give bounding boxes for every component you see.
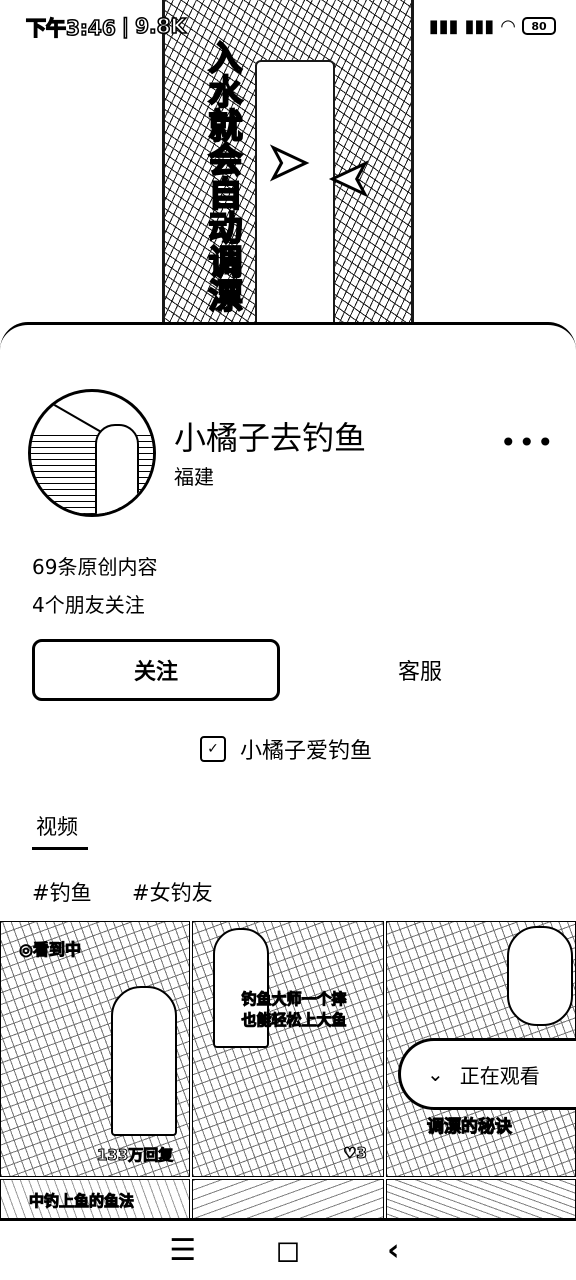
video-caption-3: 调漂的秘诀 [427, 1117, 513, 1138]
video-caption: 入水就会自动调漂 [201, 39, 243, 313]
shop-bag-icon: ✓ [200, 736, 226, 762]
follow-button[interactable]: 关注 [32, 639, 280, 701]
avatar[interactable] [28, 389, 156, 517]
system-nav-bar: ☰ ◻ ‹ [0, 1218, 576, 1280]
now-watching-button[interactable]: ⌄ 正在观看 [398, 1038, 576, 1110]
status-time: 下午3:46 [25, 15, 116, 41]
status-bar: 下午3:46 | 9.8K ▮▮▮ ▮▮▮ ◠ 80 [0, 0, 576, 52]
chevron-down-icon: ⌄ [427, 1062, 444, 1086]
hashtag-female-angler[interactable]: #女钓友 [132, 877, 213, 907]
like-count: ♡3 [343, 1144, 368, 1163]
profile-location: 福建 [174, 465, 214, 489]
customer-service-button[interactable]: 客服 [300, 639, 540, 701]
profile-name: 小橘子去钓鱼 [174, 419, 367, 457]
more-options-icon[interactable]: ••• [500, 429, 556, 457]
home-icon[interactable]: ◻ [268, 1233, 308, 1268]
video-thumbnail[interactable] [192, 1179, 384, 1223]
battery-icon: 80 [522, 17, 556, 35]
signal-icon: ▮▮▮ [428, 15, 459, 37]
status-net-speed: 9.8K [134, 13, 186, 39]
now-watching-label: 正在观看 [459, 1063, 540, 1088]
video-thumbnail[interactable] [386, 1179, 576, 1223]
hashtag-fishing[interactable]: #钓鱼 [32, 877, 92, 907]
wifi-icon: ◠ [500, 15, 516, 37]
arrow-right-icon: ➤ [266, 133, 309, 192]
video-bottle [255, 60, 335, 330]
video-caption-4: 中钓上鱼的鱼法 [28, 1192, 135, 1211]
shop-link[interactable]: ✓ 小橘子爱钓鱼 [200, 733, 372, 765]
arrow-left-icon: ➤ [329, 149, 372, 208]
video-thumbnail[interactable]: 钓鱼大师一个摔 也能轻松上大鱼 ♡3 [192, 921, 384, 1177]
video-caption-2: 钓鱼大师一个摔 也能轻松上大鱼 [241, 990, 347, 1030]
shop-label: 小橘子爱钓鱼 [240, 739, 373, 764]
watching-badge: ◎看到中 [19, 940, 82, 960]
status-divider: | [121, 13, 130, 39]
friends-following[interactable]: 4个朋友关注 [32, 589, 145, 618]
video-thumbnail[interactable]: ◎看到中 133万回复 [0, 921, 190, 1177]
signal-icon: ▮▮▮ [464, 15, 495, 37]
original-content-count: 69条原创内容 [32, 555, 158, 579]
menu-icon[interactable]: ☰ [163, 1233, 203, 1268]
tab-active-indicator [32, 847, 88, 850]
tab-video[interactable]: 视频 [36, 811, 78, 841]
view-count: 133万回复 [96, 1146, 174, 1165]
video-thumbnail[interactable]: 中钓上鱼的鱼法 [0, 1179, 190, 1223]
back-icon[interactable]: ‹ [373, 1233, 413, 1268]
